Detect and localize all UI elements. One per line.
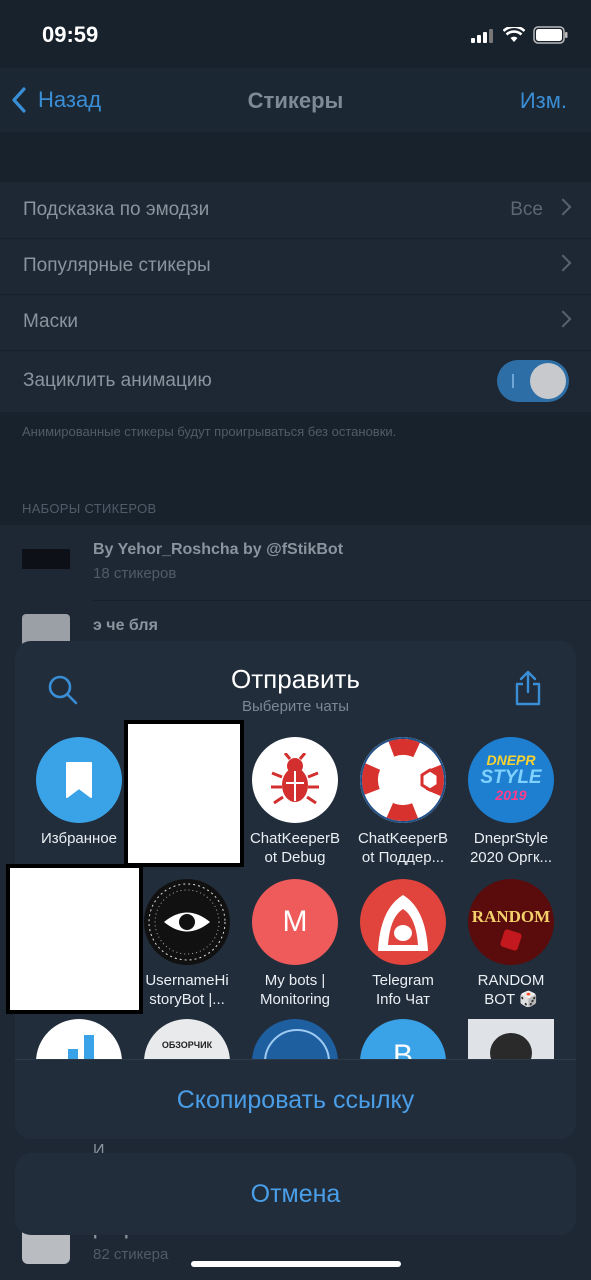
- letter-avatar: M: [252, 879, 338, 965]
- redaction-box: [124, 720, 244, 867]
- bug-icon: [252, 737, 338, 823]
- status-time: 09:59: [42, 22, 99, 47]
- redaction-box: [6, 864, 143, 1014]
- toggle-on-mark: [512, 374, 514, 388]
- chat-label: UsernameHi storyBot |...: [145, 972, 229, 1008]
- chat-telegram-info[interactable]: Telegram Info Чат: [349, 879, 457, 1009]
- signal-icon: [471, 27, 495, 43]
- share-title: Отправить: [231, 664, 360, 694]
- dice-icon: [499, 928, 523, 952]
- random-logo: RANDOM: [468, 879, 554, 965]
- loop-hint: Анимированные стикеры будут проигрыватьс…: [22, 424, 397, 439]
- popular-stickers-label: Популярные стикеры: [23, 255, 211, 276]
- chat-label: Избранное: [40, 830, 118, 847]
- masks-label: Маски: [23, 311, 79, 332]
- sticker-pack-count: 82 стикера: [93, 1246, 169, 1263]
- battery-icon: [533, 26, 568, 44]
- share-subtitle: Выберите чаты: [242, 698, 349, 715]
- cancel-button[interactable]: Отмена: [15, 1153, 576, 1235]
- sticker-packs-caption: НАБОРЫ СТИКЕРОВ: [22, 501, 157, 516]
- chat-chatkeeper-debug[interactable]: ChatKeeperB ot Debug: [241, 737, 349, 867]
- masks-row[interactable]: Маски: [0, 294, 591, 351]
- logo-text: DNEPR: [486, 752, 536, 768]
- chat-label: Telegram Info Чат: [372, 972, 434, 1008]
- sticker-pack-title: э че бля: [93, 617, 158, 634]
- chat-dneprstyle[interactable]: DNEPR STYLE 2019 DneprStyle 2020 Оргк...: [457, 737, 565, 867]
- chevron-right-icon: [554, 254, 572, 272]
- lifebuoy-icon: [360, 737, 446, 823]
- settings-section: Подсказка по эмодзи Все Популярные стике…: [0, 182, 591, 412]
- chat-usernamehistorybot[interactable]: UsernameHi storyBot |...: [133, 879, 241, 1009]
- loop-animation-toggle[interactable]: [497, 360, 569, 402]
- chat-random-bot[interactable]: RANDOM RANDOM BOT 🎲: [457, 879, 565, 1009]
- chat-label: RANDOM BOT 🎲: [477, 972, 545, 1008]
- dnepr-style-logo: DNEPR STYLE 2019: [468, 737, 554, 823]
- chat-chatkeeper-support[interactable]: ChatKeeperB ot Поддер...: [349, 737, 457, 867]
- chevron-right-icon: [554, 310, 572, 328]
- copy-link-button[interactable]: Скопировать ссылку: [15, 1086, 576, 1115]
- sticker-pack-item[interactable]: э че бля: [93, 617, 158, 635]
- emoji-hint-row[interactable]: Подсказка по эмодзи Все: [0, 182, 591, 239]
- loop-animation-row: Зациклить анимацию: [0, 350, 591, 412]
- cancel-label: Отмена: [250, 1180, 341, 1208]
- logo-text: STYLE: [480, 767, 542, 788]
- logo-text: 2019: [495, 787, 527, 803]
- avatar-letter: M: [282, 905, 308, 938]
- sticker-pack-thumb: [22, 541, 70, 577]
- page-title: Стикеры: [247, 88, 344, 113]
- avatar-text: ОБЗОРЧИК: [161, 1040, 213, 1050]
- divider: [93, 600, 591, 601]
- eye-icon: [144, 879, 230, 965]
- chat-label: ChatKeeperB ot Debug: [249, 830, 341, 866]
- home-indicator: [191, 1261, 401, 1267]
- chat-label: DneprStyle 2020 Оргк...: [469, 830, 553, 866]
- hood-icon: [360, 879, 446, 965]
- share-icon[interactable]: [513, 670, 543, 706]
- chat-my-bots-monitoring[interactable]: M My bots | Monitoring: [241, 879, 349, 1009]
- status-icons: [471, 26, 569, 44]
- toggle-knob: [530, 363, 566, 399]
- emoji-hint-value: Все: [510, 199, 543, 220]
- sticker-pack-count: 18 стикеров: [93, 565, 177, 582]
- popular-stickers-row[interactable]: Популярные стикеры: [0, 238, 591, 295]
- wifi-icon: [503, 27, 525, 42]
- sticker-pack-item[interactable]: By Yehor_Roshcha by @fStikBot 18 стикеро…: [93, 541, 343, 582]
- edit-button[interactable]: Изм.: [520, 88, 567, 114]
- bookmark-icon: [36, 737, 122, 823]
- chat-label: ChatKeeperB ot Поддер...: [357, 830, 449, 866]
- chat-label: My bots | Monitoring: [259, 972, 331, 1008]
- sticker-pack-title: By Yehor_Roshcha by @fStikBot: [93, 541, 344, 558]
- logo-text: RANDOM: [471, 907, 551, 926]
- loop-animation-label: Зациклить анимацию: [23, 370, 212, 391]
- chat-saved-messages[interactable]: Избранное: [25, 737, 133, 848]
- chevron-right-icon: [554, 198, 572, 216]
- emoji-hint-label: Подсказка по эмодзи: [23, 199, 210, 220]
